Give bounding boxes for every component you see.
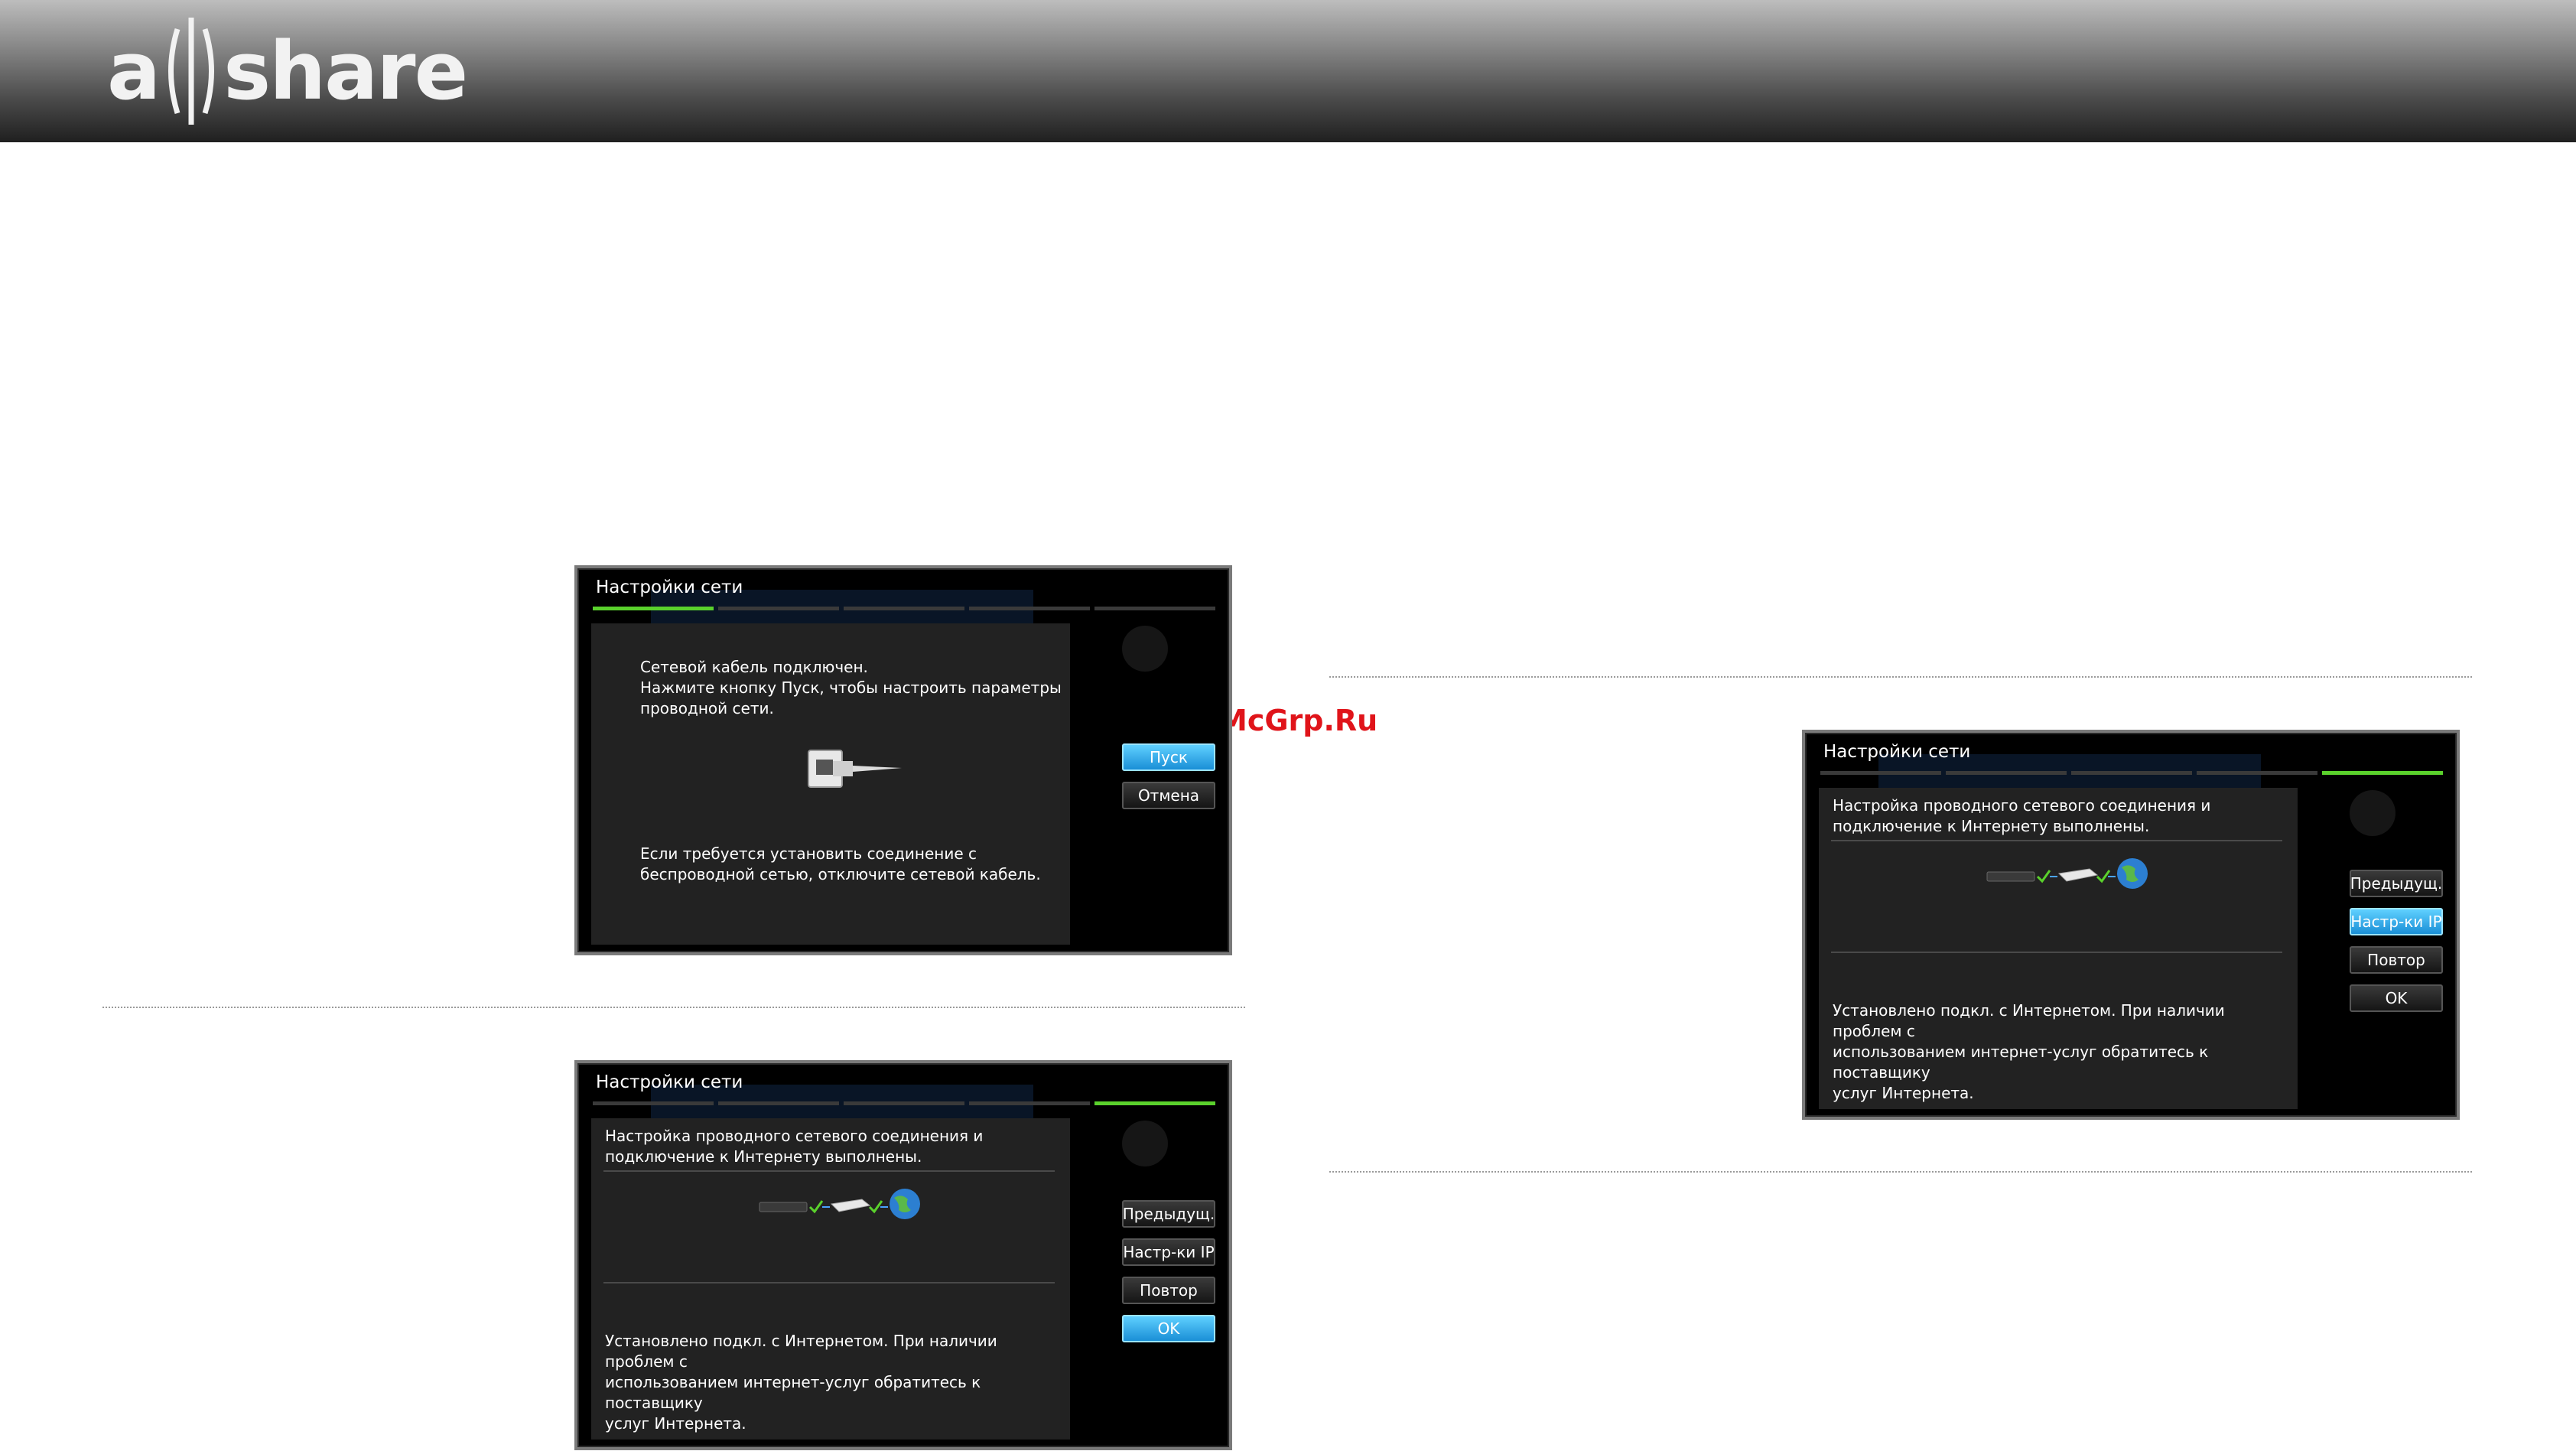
progress-step xyxy=(2197,771,2317,775)
progress-step xyxy=(844,607,964,610)
previous-button[interactable]: Предыдущ. xyxy=(1122,1200,1215,1228)
progress-step xyxy=(1094,1101,1215,1105)
separator xyxy=(1329,1171,2472,1173)
dialog-title: Настройки сети xyxy=(596,1072,743,1092)
progress-step xyxy=(593,1101,714,1105)
network-settings-dialog-done-ip: Настройки сети Настройка проводного сете… xyxy=(1802,730,2460,1120)
logo-text-left: a xyxy=(107,24,161,118)
network-cable-icon xyxy=(808,750,902,788)
background-ghost-icon xyxy=(1122,1121,1168,1166)
tv-router-globe-icon xyxy=(1986,858,2148,889)
progress-step xyxy=(844,1101,964,1105)
separator xyxy=(102,1007,1245,1008)
logo-waves-icon xyxy=(168,17,215,125)
divider xyxy=(1831,952,2282,953)
dialog-message: Настройка проводного сетевого соединения… xyxy=(1833,796,2211,835)
retry-button[interactable]: Повтор xyxy=(1122,1277,1215,1304)
progress-step xyxy=(969,1101,1090,1105)
dialog-message: Сетевой кабель подключен. Нажмите кнопку… xyxy=(640,658,1062,717)
progress-step xyxy=(1094,607,1215,610)
background-ghost-icon xyxy=(1122,626,1168,672)
previous-button[interactable]: Предыдущ. xyxy=(2350,870,2443,897)
cancel-button[interactable]: Отмена xyxy=(1122,782,1215,809)
separator xyxy=(1329,676,2472,678)
dialog-title: Настройки сети xyxy=(596,577,743,597)
progress-step xyxy=(969,607,1090,610)
dialog-note: Установлено подкл. с Интернетом. При нал… xyxy=(1833,1001,2225,1102)
dialog-panel: Настройка проводного сетевого соединения… xyxy=(1819,788,2298,1109)
logo-text-right: share xyxy=(223,24,468,118)
progress-steps xyxy=(1820,771,2443,775)
allshare-logo: a share xyxy=(107,14,468,129)
progress-steps xyxy=(593,1101,1215,1105)
progress-steps xyxy=(593,607,1215,610)
dialog-panel: Настройка проводного сетевого соединения… xyxy=(591,1118,1070,1440)
retry-button[interactable]: Повтор xyxy=(2350,946,2443,974)
network-settings-dialog-done: Настройки сети Настройка проводного сете… xyxy=(574,1060,1232,1450)
ip-settings-button[interactable]: Настр-ки IP xyxy=(1122,1238,1215,1266)
progress-step xyxy=(2071,771,2192,775)
divider xyxy=(603,1170,1055,1172)
ok-button[interactable]: OK xyxy=(2350,984,2443,1012)
progress-step xyxy=(593,607,714,610)
progress-step xyxy=(1820,771,1941,775)
divider xyxy=(1831,840,2282,841)
progress-step xyxy=(718,607,839,610)
background-ghost-icon xyxy=(2350,790,2395,836)
watermark: McGrp.Ru xyxy=(1218,704,1378,737)
dialog-message: Настройка проводного сетевого соединения… xyxy=(605,1127,984,1166)
ip-settings-button[interactable]: Настр-ки IP xyxy=(2350,908,2443,935)
start-button[interactable]: Пуск xyxy=(1122,743,1215,771)
dialog-panel: Сетевой кабель подключен. Нажмите кнопку… xyxy=(591,623,1070,945)
dialog-title: Настройки сети xyxy=(1823,742,1971,762)
progress-step xyxy=(1946,771,2067,775)
network-settings-dialog-cable: Настройки сети Сетевой кабель подключен.… xyxy=(574,565,1232,955)
progress-step xyxy=(2322,771,2443,775)
dialog-note: Установлено подкл. с Интернетом. При нал… xyxy=(605,1332,997,1433)
ok-button[interactable]: OK xyxy=(1122,1315,1215,1342)
header-bar: a share xyxy=(0,0,2576,142)
divider xyxy=(603,1282,1055,1283)
progress-step xyxy=(718,1101,839,1105)
tv-router-globe-icon xyxy=(759,1189,920,1219)
dialog-note: Если требуется установить соединение с б… xyxy=(640,844,1041,883)
